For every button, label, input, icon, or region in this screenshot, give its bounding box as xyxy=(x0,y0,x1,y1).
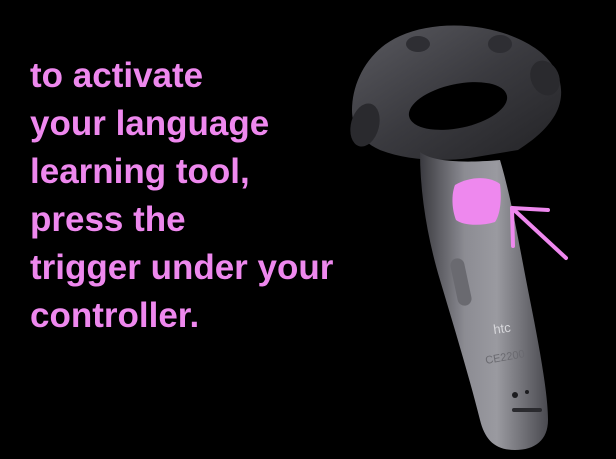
tracking-ring xyxy=(350,25,562,160)
brand-label: htc xyxy=(492,320,512,337)
trackpad-highlight xyxy=(452,178,501,225)
vr-controller-image: htc CE2200 xyxy=(330,0,616,459)
tutorial-canvas: to activate your language learning tool,… xyxy=(0,0,616,459)
